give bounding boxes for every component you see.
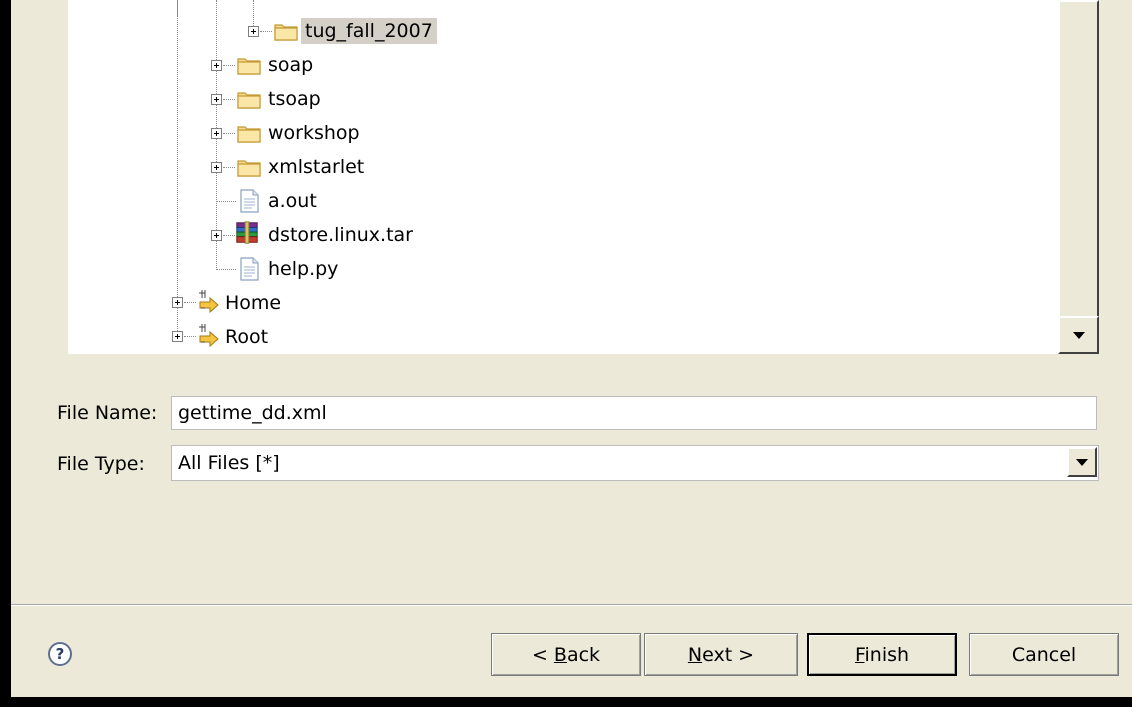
next-rest: ext > <box>702 644 755 666</box>
tree-connector <box>260 31 272 32</box>
back-prefix: < <box>531 644 554 666</box>
cancel-button[interactable]: Cancel <box>969 633 1119 676</box>
tree-connector <box>223 167 235 168</box>
file-tree: tug_fall_2007 soap tsoap workshop xmlsta… <box>68 0 1058 354</box>
file-icon <box>240 189 259 213</box>
tree-node-label[interactable]: workshop <box>264 120 364 146</box>
tree-connector <box>184 336 196 337</box>
expand-toggle[interactable] <box>172 297 183 308</box>
tree-node-label[interactable]: soap <box>264 52 317 78</box>
expand-toggle[interactable] <box>172 331 183 342</box>
archive-icon <box>236 221 258 244</box>
back-rest: ack <box>566 644 601 666</box>
tree-connector <box>223 65 235 66</box>
tree-node-label[interactable]: dstore.linux.tar <box>264 222 417 248</box>
file-type-value: All Files [*] <box>178 452 280 474</box>
expand-toggle[interactable] <box>211 128 222 139</box>
scroll-down-button[interactable] <box>1058 316 1099 354</box>
expand-toggle[interactable] <box>248 26 259 37</box>
tree-vertical-scrollbar[interactable] <box>1058 0 1099 354</box>
expand-toggle[interactable] <box>211 60 222 71</box>
folder-icon <box>237 160 261 177</box>
back-button[interactable]: < Back <box>491 633 641 676</box>
folder-icon <box>237 126 261 143</box>
tree-node-label[interactable]: tug_fall_2007 <box>301 18 437 44</box>
tree-connector <box>216 201 236 202</box>
tree-node-label[interactable]: Root <box>221 324 272 350</box>
file-tree-panel: tug_fall_2007 soap tsoap workshop xmlsta… <box>68 0 1099 354</box>
expand-toggle[interactable] <box>211 162 222 173</box>
folder-icon <box>274 24 298 41</box>
scrollbar-thumb[interactable] <box>1058 0 1099 320</box>
next-mnemonic: N <box>687 644 703 666</box>
tree-node-label[interactable]: xmlstarlet <box>264 154 368 180</box>
tree-connector <box>223 99 235 100</box>
tree-node-label[interactable]: help.py <box>264 256 342 282</box>
arrow-down-icon <box>1072 332 1085 339</box>
next-button[interactable]: Next > <box>644 633 798 676</box>
tree-connector <box>216 269 236 270</box>
back-mnemonic: B <box>553 644 567 666</box>
tree-node-label[interactable]: tsoap <box>264 86 325 112</box>
file-name-label: File Name: <box>57 402 158 424</box>
file-type-dropdown-button[interactable] <box>1067 447 1097 477</box>
file-type-label: File Type: <box>57 453 145 475</box>
dialog-separator <box>11 604 1132 606</box>
tree-node-label[interactable]: a.out <box>264 188 321 214</box>
tree-node-label[interactable]: Home <box>221 290 285 316</box>
file-type-select[interactable]: All Files [*] <box>171 445 1099 481</box>
file-name-input[interactable] <box>171 396 1097 430</box>
finish-rest: inish <box>864 644 910 666</box>
folder-icon <box>237 58 261 75</box>
help-icon[interactable]: ? <box>48 642 72 666</box>
finish-mnemonic: F <box>854 644 865 666</box>
link-icon <box>199 324 219 348</box>
expand-toggle[interactable] <box>211 230 222 241</box>
expand-toggle[interactable] <box>211 94 222 105</box>
file-icon <box>240 257 259 281</box>
folder-icon <box>237 92 261 109</box>
finish-button[interactable]: Finish <box>807 633 957 676</box>
tree-connector <box>223 133 235 134</box>
chevron-down-icon <box>1076 459 1088 466</box>
tree-connector <box>177 0 178 337</box>
link-icon <box>199 290 219 314</box>
save-file-dialog: tug_fall_2007 soap tsoap workshop xmlsta… <box>10 0 1132 697</box>
tree-connector <box>184 302 196 303</box>
